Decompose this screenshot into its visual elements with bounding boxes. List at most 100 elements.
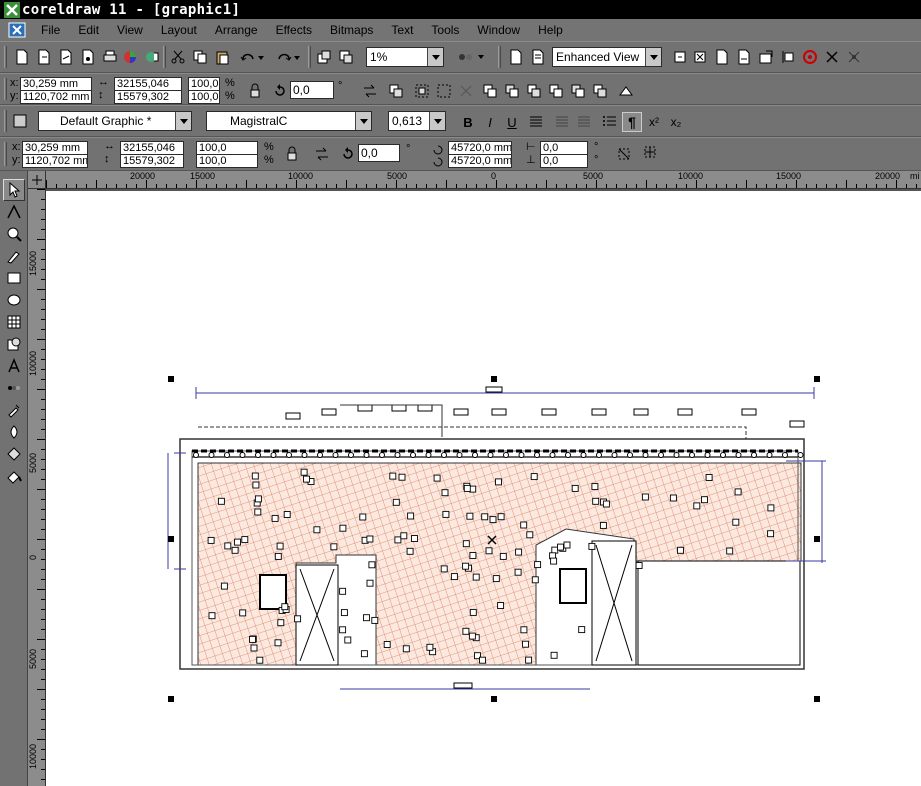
- print-icon[interactable]: [100, 47, 120, 67]
- document-properties-icon[interactable]: [712, 47, 732, 67]
- style-dropdown[interactable]: Default Graphic *: [38, 111, 192, 131]
- document-icon[interactable]: [8, 22, 26, 38]
- scale-y-field[interactable]: 100,0: [188, 90, 220, 104]
- menu-edit[interactable]: Edit: [69, 23, 108, 37]
- redo-dropdown-icon[interactable]: [292, 47, 302, 67]
- menu-effects[interactable]: Effects: [267, 23, 321, 37]
- vertical-ruler[interactable]: 15000 10000 5000 0 5000 10000: [28, 189, 46, 786]
- zoom-tool-icon[interactable]: [670, 47, 690, 67]
- convert-to-curves-icon[interactable]: [616, 81, 636, 101]
- intersect-icon[interactable]: [524, 81, 544, 101]
- basic-shapes-tool-icon[interactable]: [3, 333, 25, 355]
- graph-paper-tool-icon[interactable]: [3, 311, 25, 333]
- open-icon[interactable]: [56, 47, 76, 67]
- x-position-field[interactable]: 30,259 mm: [22, 141, 88, 155]
- bitmap-icon[interactable]: [756, 47, 776, 67]
- drawing-canvas[interactable]: [46, 189, 921, 786]
- italic-icon[interactable]: I: [480, 112, 500, 132]
- front-minus-back-icon[interactable]: [568, 81, 588, 101]
- rotation-field[interactable]: 0,0: [358, 144, 400, 162]
- interactive-fill-tool-icon[interactable]: [3, 465, 25, 487]
- text-style-icon[interactable]: [10, 111, 30, 131]
- toolbar-grip[interactable]: [4, 142, 7, 166]
- center-x-field[interactable]: 45720,0 mm: [448, 141, 512, 155]
- corel-online-icon[interactable]: [506, 47, 526, 67]
- drop-cap-icon[interactable]: [574, 112, 594, 132]
- center-y-field[interactable]: 45720,0 mm: [448, 154, 512, 168]
- lock-ratio-icon[interactable]: [282, 144, 302, 164]
- y-position-field[interactable]: 1120,702 mm: [22, 154, 88, 168]
- disconnect-icon[interactable]: [822, 47, 842, 67]
- application-launcher-icon[interactable]: [454, 47, 488, 67]
- weld-icon[interactable]: [480, 81, 500, 101]
- align-icon[interactable]: [778, 47, 798, 67]
- chevron-down-icon[interactable]: [645, 48, 661, 66]
- bold-icon[interactable]: B: [458, 112, 478, 132]
- chevron-down-icon[interactable]: [175, 112, 191, 130]
- simplify-icon[interactable]: [546, 81, 566, 101]
- horizontal-ruler[interactable]: 20000 15000 10000 5000 0 5000 10000 1500…: [46, 171, 921, 189]
- lock-ratio-icon[interactable]: [245, 81, 265, 101]
- scale-y-field[interactable]: 100,0: [196, 154, 258, 168]
- menu-tools[interactable]: Tools: [422, 23, 468, 37]
- undo-dropdown-icon[interactable]: [256, 47, 266, 67]
- view-mode-dropdown[interactable]: Enhanced View: [552, 47, 662, 67]
- menu-file[interactable]: File: [32, 23, 69, 37]
- mirror-icon[interactable]: [312, 144, 332, 164]
- fill-tool-icon[interactable]: [3, 443, 25, 465]
- room-right[interactable]: [637, 560, 801, 666]
- ruler-origin[interactable]: [28, 171, 46, 189]
- skew-x-field[interactable]: 0,0: [540, 141, 588, 155]
- width-field[interactable]: 32155,046: [114, 77, 182, 91]
- skew-y-field[interactable]: 0,0: [540, 154, 588, 168]
- ellipse-tool-icon[interactable]: [3, 289, 25, 311]
- pick-tool-icon[interactable]: [3, 179, 25, 201]
- toolbar-grip[interactable]: [4, 46, 7, 68]
- transform-icon[interactable]: [614, 144, 634, 164]
- toolbar-grip[interactable]: [4, 78, 7, 100]
- menu-view[interactable]: View: [108, 23, 152, 37]
- font-dropdown[interactable]: MagistralC: [206, 111, 372, 131]
- text-tool-icon[interactable]: [3, 355, 25, 377]
- eyedropper-tool-icon[interactable]: [3, 399, 25, 421]
- back-minus-front-icon[interactable]: [590, 81, 610, 101]
- paragraph-icon[interactable]: ¶: [622, 112, 642, 132]
- layer-manager-icon[interactable]: [734, 47, 754, 67]
- rectangle-tool-icon[interactable]: [3, 267, 25, 289]
- subscript-icon[interactable]: x₂: [666, 112, 686, 132]
- bullet-icon[interactable]: [552, 112, 572, 132]
- rotate-icon[interactable]: [270, 81, 290, 101]
- menu-bitmaps[interactable]: Bitmaps: [321, 23, 382, 37]
- ungroup-icon[interactable]: [412, 81, 432, 101]
- list-icon[interactable]: [600, 112, 620, 132]
- undo-icon[interactable]: [238, 47, 258, 67]
- group-icon[interactable]: [386, 81, 406, 101]
- stair-center[interactable]: [559, 568, 587, 604]
- fit-page-icon[interactable]: [690, 47, 710, 67]
- height-field[interactable]: 15579,302: [114, 90, 182, 104]
- height-field[interactable]: 15579,302: [120, 154, 184, 168]
- page-icon[interactable]: [528, 47, 548, 67]
- mirror-icon[interactable]: [360, 81, 380, 101]
- cut-icon[interactable]: [168, 47, 188, 67]
- width-field[interactable]: 32155,046: [120, 141, 184, 155]
- toolbar-grip[interactable]: [4, 110, 7, 132]
- color-manager-icon[interactable]: [142, 47, 162, 67]
- scale-x-field[interactable]: 100,0: [196, 141, 258, 155]
- interactive-blend-tool-icon[interactable]: [3, 377, 25, 399]
- rotate-icon[interactable]: [338, 144, 358, 164]
- relative-center-icon[interactable]: [640, 142, 660, 162]
- paste-icon[interactable]: [212, 47, 232, 67]
- shape-tool-icon[interactable]: [3, 201, 25, 223]
- menu-window[interactable]: Window: [468, 23, 529, 37]
- menu-layout[interactable]: Layout: [152, 23, 206, 37]
- menu-arrange[interactable]: Arrange: [206, 23, 267, 37]
- save-icon[interactable]: [78, 47, 98, 67]
- color-wheel-icon[interactable]: [120, 47, 140, 67]
- combine-icon[interactable]: [456, 81, 476, 101]
- align-text-icon[interactable]: [526, 112, 546, 132]
- freehand-tool-icon[interactable]: [3, 245, 25, 267]
- menu-help[interactable]: Help: [529, 23, 572, 37]
- zoom-level-dropdown[interactable]: 1%: [366, 47, 444, 67]
- x-position-field[interactable]: 30,259 mm: [20, 77, 92, 91]
